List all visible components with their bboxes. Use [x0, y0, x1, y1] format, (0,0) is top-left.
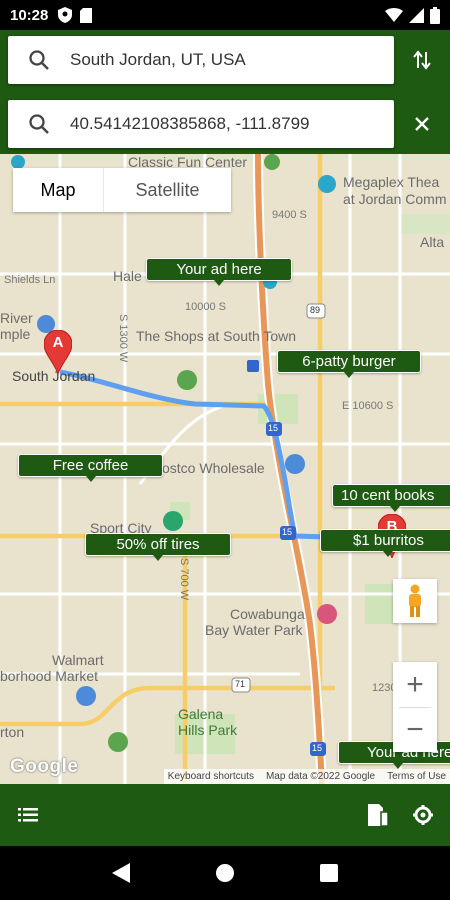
app-screen: 10:28 South Jordan, UT, USA 40.541421083… [0, 0, 450, 900]
shield-icon [58, 7, 73, 23]
swap-vertical-icon [413, 50, 431, 70]
shield-15-a: 15 [268, 423, 279, 433]
map-attribution: Keyboard shortcuts Map data ©2022 Google… [163, 769, 450, 784]
list-button[interactable] [9, 796, 47, 834]
destination-input[interactable]: 40.54142108385868, -111.8799 [8, 100, 394, 148]
pegman-icon [409, 584, 421, 617]
label-10600s: E 10600 S [342, 400, 394, 412]
label-1300w: S 1300 W [117, 314, 129, 363]
battery-icon [430, 6, 440, 24]
origin-input-value: South Jordan, UT, USA [70, 50, 246, 69]
label-costco: ostco Wholesale [162, 460, 265, 476]
settings-button[interactable] [404, 796, 442, 834]
ad-callout[interactable]: 50% off tires [85, 533, 231, 561]
clear-button[interactable] [402, 104, 442, 144]
label-alta: Alta [420, 234, 445, 250]
sim-card-icon [368, 804, 388, 826]
label-orton: rton [0, 724, 25, 740]
zoom-control: + − [393, 662, 437, 752]
marker-a-label: A [52, 334, 64, 351]
keyboard-shortcuts-link[interactable]: Keyboard shortcuts [168, 771, 254, 782]
recents-square-icon[interactable] [319, 864, 338, 882]
status-time: 10:28 [10, 6, 49, 24]
map-type-satellite-button[interactable]: Satellite [103, 168, 231, 212]
ad-callout[interactable]: $1 burritos [320, 529, 450, 557]
label-river: River [0, 310, 33, 326]
status-bar: 10:28 [0, 0, 450, 30]
label-megaplex-2: at Jordan Comm [343, 191, 447, 207]
label-megaplex: Megaplex Thea [343, 174, 440, 190]
map-type-control: Map Satellite [13, 168, 231, 212]
label-700w: S 700 W [178, 558, 190, 601]
list-icon [18, 808, 38, 822]
destination-input-value: 40.54142108385868, -111.8799 [70, 114, 310, 133]
system-nav-bar [0, 846, 450, 900]
label-walmart-2: borhood Market [0, 668, 99, 684]
search-icon [29, 50, 49, 70]
back-triangle-icon[interactable] [112, 863, 131, 883]
label-cowabunga: Cowabunga [230, 606, 305, 622]
map-data-text: Map data ©2022 Google [265, 771, 376, 782]
label-10000s: 10000 S [185, 301, 226, 313]
bottom-toolbar [0, 784, 450, 846]
map-view[interactable]: Classic Fun Center Megaplex Thea at Jord… [0, 154, 450, 784]
ad-callout[interactable]: Your ad here [146, 258, 292, 286]
sim-card-button[interactable] [359, 796, 397, 834]
label-cowabunga-2: Bay Water Park [205, 622, 303, 638]
signal-icon [409, 7, 424, 23]
route-header: South Jordan, UT, USA 40.54142108385868,… [0, 30, 450, 154]
close-icon [415, 117, 429, 131]
label-9400s: 9400 S [272, 209, 307, 221]
label-shops: The Shops at South Town [136, 328, 297, 344]
wifi-icon [385, 8, 403, 22]
label-hale: Hale [113, 268, 142, 284]
shield-15-b: 15 [282, 527, 293, 537]
shield-89: 89 [310, 305, 321, 315]
origin-input[interactable]: South Jordan, UT, USA [8, 36, 394, 84]
terms-link[interactable]: Terms of Use [387, 771, 446, 782]
zoom-in-button[interactable]: + [393, 662, 437, 707]
sd-card-icon [80, 7, 93, 23]
home-circle-icon[interactable] [215, 863, 235, 883]
google-logo: Google [10, 756, 79, 777]
zoom-out-button[interactable]: − [393, 707, 437, 752]
ad-callout[interactable]: 6-patty burger [277, 350, 421, 378]
swap-button[interactable] [402, 40, 442, 80]
label-galena: Galena [178, 706, 224, 722]
map-type-map-button[interactable]: Map [13, 168, 103, 212]
label-walmart: Walmart [52, 652, 104, 668]
ad-callout[interactable]: Free coffee [18, 454, 163, 482]
label-shields-ln: Shields Ln [4, 274, 56, 286]
marker-a[interactable]: A [43, 329, 73, 376]
shield-15-c: 15 [312, 743, 323, 753]
ad-callout[interactable]: 10 cent books [332, 484, 450, 512]
street-view-button[interactable] [393, 579, 437, 623]
shield-71: 71 [235, 679, 246, 689]
settings-icon [413, 805, 433, 825]
label-galena-2: Hills Park [178, 722, 238, 738]
label-river-2: mple [0, 326, 31, 342]
search-icon [29, 114, 49, 134]
